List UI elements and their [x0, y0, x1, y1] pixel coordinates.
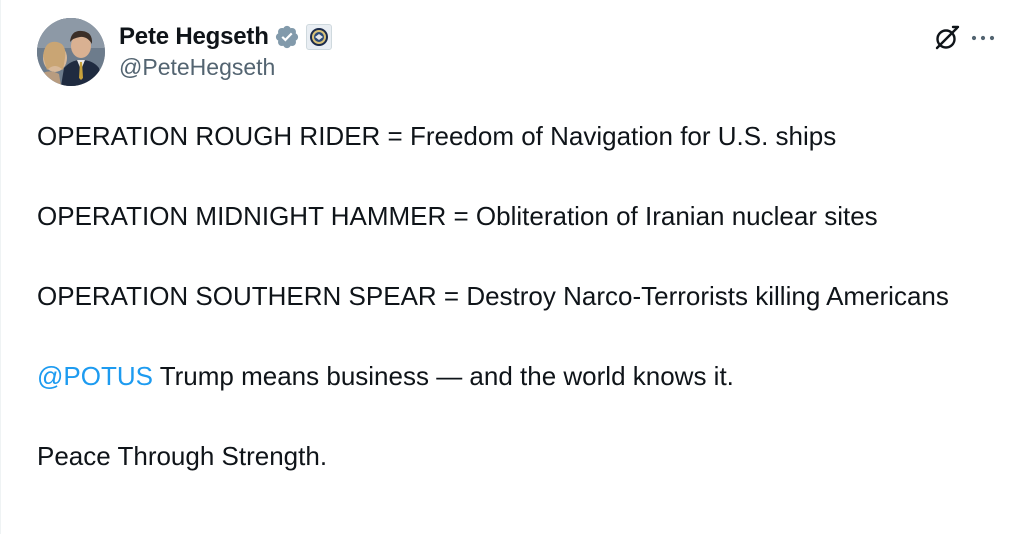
tweet-line-4-text: Trump means business — and the world kno… [152, 361, 734, 391]
potus-mention-link[interactable]: @POTUS [37, 361, 153, 391]
avatar[interactable] [37, 18, 105, 86]
tweet-line-2: OPERATION MIDNIGHT HAMMER = Obliteration… [37, 201, 878, 231]
tweet-header: Pete Hegseth @PeteHegseth [37, 18, 997, 90]
verified-badge-icon[interactable] [274, 24, 300, 50]
dod-seal-icon[interactable] [305, 24, 332, 50]
name-row: Pete Hegseth [119, 20, 332, 54]
tweet-text: OPERATION ROUGH RIDER = Freedom of Navig… [37, 116, 997, 476]
grok-icon[interactable] [933, 24, 961, 52]
author-info: Pete Hegseth @PeteHegseth [119, 20, 332, 81]
tweet-line-1: OPERATION ROUGH RIDER = Freedom of Navig… [37, 121, 837, 151]
tweet-line-3: OPERATION SOUTHERN SPEAR = Destroy Narco… [37, 281, 949, 311]
tweet-card: Pete Hegseth @PeteHegseth OPERATION ROUG… [0, 0, 1022, 534]
author-display-name[interactable]: Pete Hegseth [119, 23, 269, 51]
tweet-line-5: Peace Through Strength. [37, 441, 328, 471]
tweet-line-4: @POTUS Trump means business — and the wo… [37, 356, 997, 396]
more-options-icon[interactable] [969, 24, 997, 52]
author-handle[interactable]: @PeteHegseth [119, 54, 332, 81]
